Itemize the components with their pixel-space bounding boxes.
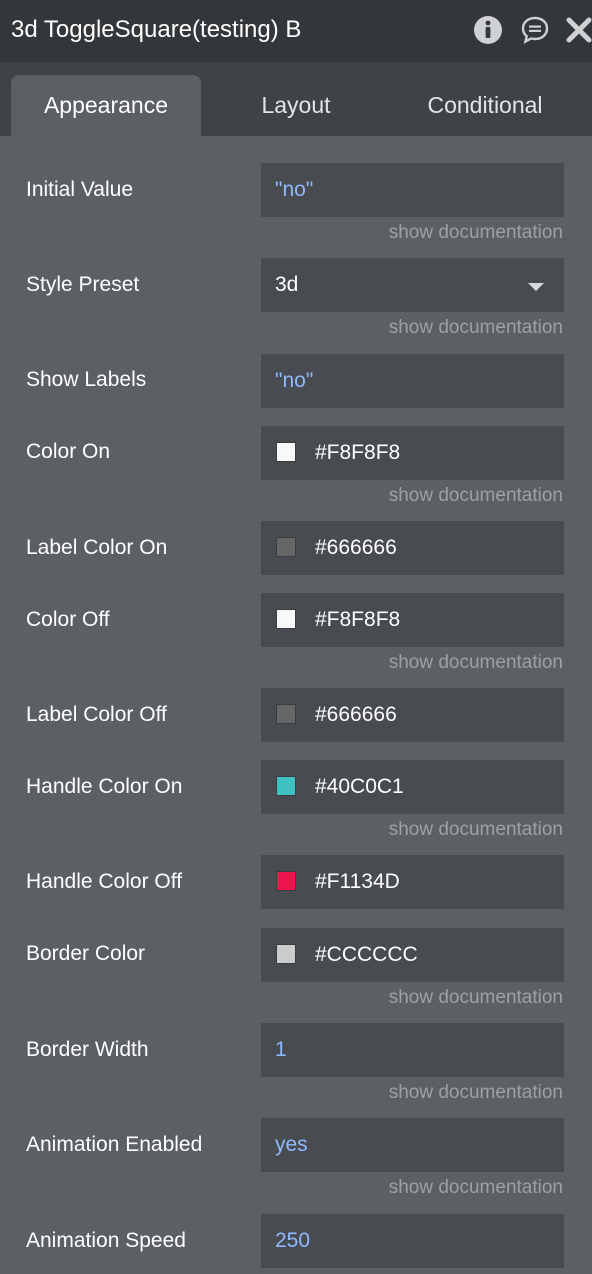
color-swatch[interactable] xyxy=(276,704,296,724)
style-preset-label: Style Preset xyxy=(26,273,140,296)
initial-value-text: "no" xyxy=(275,178,314,201)
animation-enabled-field[interactable]: yes xyxy=(261,1118,564,1172)
show-documentation-link[interactable]: show documentation xyxy=(389,1081,563,1105)
show-labels-text: "no" xyxy=(275,369,314,392)
show-documentation-link[interactable]: show documentation xyxy=(389,986,563,1010)
border-color-picker[interactable]: #CCCCCC xyxy=(261,928,564,982)
color-off-label: Color Off xyxy=(26,608,110,631)
handle-color-off-picker[interactable]: #F1134D xyxy=(261,855,564,909)
color-swatch[interactable] xyxy=(276,776,296,796)
border-color-label: Border Color xyxy=(26,942,146,965)
animation-enabled-value: yes xyxy=(275,1133,308,1156)
animation-enabled-label: Animation Enabled xyxy=(26,1133,203,1156)
title-bar: 3d ToggleSquare(testing) B xyxy=(0,0,592,62)
initial-value-label: Initial Value xyxy=(26,178,134,201)
label-color-off-picker[interactable]: #666666 xyxy=(261,688,564,742)
style-preset-dropdown[interactable]: 3d xyxy=(261,258,564,312)
color-swatch[interactable] xyxy=(276,537,296,557)
border-color-value: #CCCCCC xyxy=(315,943,418,966)
show-labels-field[interactable]: "no" xyxy=(261,354,564,408)
border-width-value: 1 xyxy=(275,1038,287,1061)
show-documentation-link[interactable]: show documentation xyxy=(389,484,563,508)
color-on-picker[interactable]: #F8F8F8 xyxy=(261,426,564,480)
show-documentation-link[interactable]: show documentation xyxy=(389,221,563,245)
tab-conditional[interactable]: Conditional xyxy=(390,75,580,136)
show-documentation-link[interactable]: show documentation xyxy=(389,316,563,340)
color-swatch[interactable] xyxy=(276,944,296,964)
color-off-value: #F8F8F8 xyxy=(315,608,401,631)
show-documentation-link[interactable]: show documentation xyxy=(389,1176,563,1200)
color-swatch[interactable] xyxy=(276,871,296,891)
show-documentation-link[interactable]: show documentation xyxy=(389,818,563,842)
color-off-picker[interactable]: #F8F8F8 xyxy=(261,593,564,647)
handle-color-on-value: #40C0C1 xyxy=(315,775,404,798)
close-icon[interactable] xyxy=(562,13,592,47)
animation-speed-label: Animation Speed xyxy=(26,1229,186,1252)
handle-color-off-label: Handle Color Off xyxy=(26,870,183,893)
color-swatch[interactable] xyxy=(276,609,296,629)
label-color-on-value: #666666 xyxy=(315,536,397,559)
style-preset-value: 3d xyxy=(275,273,299,296)
color-on-label: Color On xyxy=(26,440,111,463)
animation-speed-input[interactable]: 250 xyxy=(261,1214,564,1268)
tab-appearance[interactable]: Appearance xyxy=(11,75,201,136)
handle-color-on-picker[interactable]: #40C0C1 xyxy=(261,760,564,814)
animation-speed-value: 250 xyxy=(275,1229,311,1252)
label-color-off-value: #666666 xyxy=(315,703,397,726)
tab-layout[interactable]: Layout xyxy=(211,75,381,136)
border-width-label: Border Width xyxy=(26,1038,149,1061)
show-documentation-link[interactable]: show documentation xyxy=(389,651,563,675)
initial-value-field[interactable]: "no" xyxy=(261,163,564,217)
tab-bar: Appearance Layout Conditional xyxy=(0,62,592,136)
color-swatch[interactable] xyxy=(276,442,296,462)
chevron-down-icon xyxy=(528,283,544,291)
label-color-on-label: Label Color On xyxy=(26,536,168,559)
color-on-value: #F8F8F8 xyxy=(315,441,401,464)
property-editor-panel: 3d ToggleSquare(testing) B Appearance La… xyxy=(0,0,592,1274)
label-color-on-picker[interactable]: #666666 xyxy=(261,521,564,575)
handle-color-on-label: Handle Color On xyxy=(26,775,183,798)
label-color-off-label: Label Color Off xyxy=(26,703,167,726)
handle-color-off-value: #F1134D xyxy=(315,870,400,893)
info-icon[interactable] xyxy=(471,13,505,47)
element-title: 3d ToggleSquare(testing) B xyxy=(11,16,302,43)
comment-icon[interactable] xyxy=(518,13,552,47)
border-width-input[interactable]: 1 xyxy=(261,1023,564,1077)
show-labels-label: Show Labels xyxy=(26,368,147,391)
